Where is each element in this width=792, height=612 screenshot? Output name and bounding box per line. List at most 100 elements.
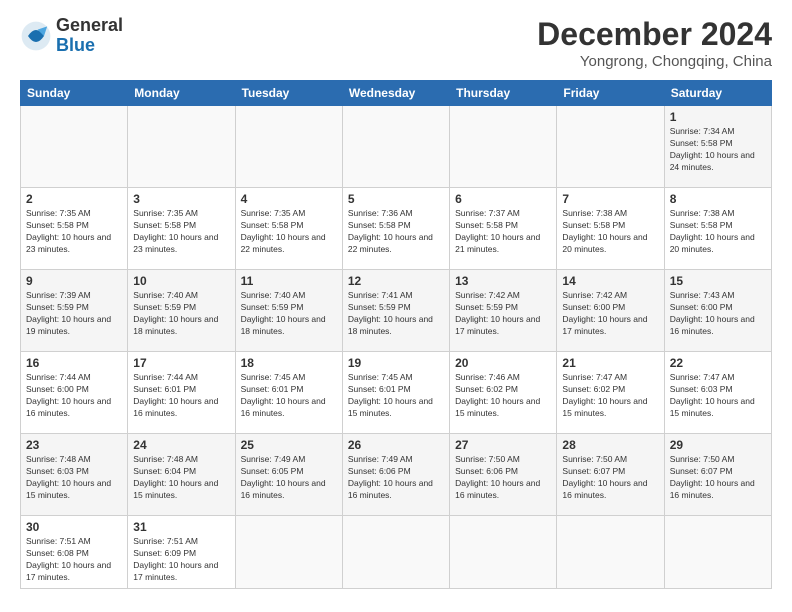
sunset-text: Sunset: 6:06 PM — [348, 466, 411, 476]
table-row: 3Sunrise: 7:35 AMSunset: 5:58 PMDaylight… — [128, 188, 235, 270]
calendar-week-row: 2Sunrise: 7:35 AMSunset: 5:58 PMDaylight… — [21, 188, 772, 270]
table-row: 23Sunrise: 7:48 AMSunset: 6:03 PMDayligh… — [21, 434, 128, 516]
sunset-text: Sunset: 6:00 PM — [562, 302, 625, 312]
table-row — [21, 106, 128, 188]
col-sunday: Sunday — [21, 81, 128, 106]
sunrise-text: Sunrise: 7:51 AM — [26, 536, 91, 546]
day-info: Sunrise: 7:45 AMSunset: 6:01 PMDaylight:… — [348, 372, 444, 420]
table-row: 2Sunrise: 7:35 AMSunset: 5:58 PMDaylight… — [21, 188, 128, 270]
daylight-text: Daylight: 10 hours and 20 minutes. — [670, 232, 755, 254]
daylight-text: Daylight: 10 hours and 21 minutes. — [455, 232, 540, 254]
daylight-text: Daylight: 10 hours and 22 minutes. — [348, 232, 433, 254]
sunrise-text: Sunrise: 7:47 AM — [562, 372, 627, 382]
sunset-text: Sunset: 6:02 PM — [562, 384, 625, 394]
sunset-text: Sunset: 5:58 PM — [670, 138, 733, 148]
day-number: 16 — [26, 356, 122, 370]
day-number: 30 — [26, 520, 122, 534]
table-row: 14Sunrise: 7:42 AMSunset: 6:00 PMDayligh… — [557, 270, 664, 352]
day-number: 22 — [670, 356, 766, 370]
table-row — [128, 106, 235, 188]
table-row — [235, 516, 342, 589]
table-row: 24Sunrise: 7:48 AMSunset: 6:04 PMDayligh… — [128, 434, 235, 516]
table-row — [342, 516, 449, 589]
day-number: 8 — [670, 192, 766, 206]
day-info: Sunrise: 7:50 AMSunset: 6:07 PMDaylight:… — [562, 454, 658, 502]
table-row: 19Sunrise: 7:45 AMSunset: 6:01 PMDayligh… — [342, 352, 449, 434]
daylight-text: Daylight: 10 hours and 16 minutes. — [133, 396, 218, 418]
calendar-week-row: 23Sunrise: 7:48 AMSunset: 6:03 PMDayligh… — [21, 434, 772, 516]
day-info: Sunrise: 7:38 AMSunset: 5:58 PMDaylight:… — [562, 208, 658, 256]
table-row: 31Sunrise: 7:51 AMSunset: 6:09 PMDayligh… — [128, 516, 235, 589]
table-row: 28 Sunrise: 7:50 AMSunset: 6:07 PMDayligh… — [557, 434, 664, 516]
daylight-text: Daylight: 10 hours and 18 minutes. — [241, 314, 326, 336]
daylight-text: Daylight: 10 hours and 16 minutes. — [348, 478, 433, 500]
day-number: 25 — [241, 438, 337, 452]
sunset-text: Sunset: 6:08 PM — [26, 548, 89, 558]
table-row: 29Sunrise: 7:50 AMSunset: 6:07 PMDayligh… — [664, 434, 771, 516]
table-row — [557, 516, 664, 589]
sunrise-text: Sunrise: 7:35 AM — [241, 208, 306, 218]
sunrise-text: Sunrise: 7:42 AM — [562, 290, 627, 300]
col-wednesday: Wednesday — [342, 81, 449, 106]
table-row: 8Sunrise: 7:38 AMSunset: 5:58 PMDaylight… — [664, 188, 771, 270]
table-row: 17Sunrise: 7:44 AMSunset: 6:01 PMDayligh… — [128, 352, 235, 434]
day-number: 26 — [348, 438, 444, 452]
table-row: 20 Sunrise: 7:46 AM Sunset: 6:02 PM Dayligh… — [450, 352, 557, 434]
day-info: Sunrise: 7:45 AMSunset: 6:01 PMDaylight:… — [241, 372, 337, 420]
sunrise-text: Sunrise: 7:51 AM — [133, 536, 198, 546]
day-number: 5 — [348, 192, 444, 206]
sunset-text: Sunset: 5:59 PM — [348, 302, 411, 312]
table-row: 25Sunrise: 7:49 AMSunset: 6:05 PMDayligh… — [235, 434, 342, 516]
daylight-text: Daylight: 10 hours and 16 minutes. — [670, 478, 755, 500]
col-saturday: Saturday — [664, 81, 771, 106]
month-title: December 2024 — [537, 16, 772, 53]
day-number: 20 — [455, 356, 551, 370]
sunset-text: Sunset: 6:01 PM — [348, 384, 411, 394]
table-row — [342, 106, 449, 188]
daylight-text: Daylight: 10 hours and 15 minutes. — [455, 396, 540, 418]
day-info: Sunrise: 7:35 AMSunset: 5:58 PMDaylight:… — [133, 208, 229, 256]
table-row: 5Sunrise: 7:36 AMSunset: 5:58 PMDaylight… — [342, 188, 449, 270]
day-info: Sunrise: 7:35 AMSunset: 5:58 PMDaylight:… — [26, 208, 122, 256]
sunrise-text: Sunrise: 7:46 AM — [455, 372, 520, 382]
table-row: 21 Sunrise: 7:47 AM Sunset: 6:02 PM Dayligh… — [557, 352, 664, 434]
sunset-text: Sunset: 5:58 PM — [348, 220, 411, 230]
table-row: 6Sunrise: 7:37 AMSunset: 5:58 PMDaylight… — [450, 188, 557, 270]
sunset-text: Sunset: 6:07 PM — [562, 466, 625, 476]
day-number: 4 — [241, 192, 337, 206]
daylight-text: Daylight: 10 hours and 15 minutes. — [348, 396, 433, 418]
daylight-text: Daylight: 10 hours and 17 minutes. — [455, 314, 540, 336]
table-row — [557, 106, 664, 188]
day-info: Sunrise: 7:42 AMSunset: 5:59 PMDaylight:… — [455, 290, 551, 338]
sunrise-text: Sunrise: 7:38 AM — [670, 208, 735, 218]
sunset-text: Sunset: 5:58 PM — [562, 220, 625, 230]
table-row: 11Sunrise: 7:40 AMSunset: 5:59 PMDayligh… — [235, 270, 342, 352]
daylight-text: Daylight: 10 hours and 17 minutes. — [562, 314, 647, 336]
day-number: 21 — [562, 356, 658, 370]
sunrise-text: Sunrise: 7:50 AM — [455, 454, 520, 464]
day-number: 28 — [562, 438, 658, 452]
calendar-week-row: 30Sunrise: 7:51 AMSunset: 6:08 PMDayligh… — [21, 516, 772, 589]
day-number: 13 — [455, 274, 551, 288]
sunrise-text: Sunrise: 7:41 AM — [348, 290, 413, 300]
daylight-text: Daylight: 10 hours and 19 minutes. — [26, 314, 111, 336]
sunrise-text: Sunrise: 7:35 AM — [26, 208, 91, 218]
sunrise-text: Sunrise: 7:49 AM — [348, 454, 413, 464]
calendar-table: Sunday Monday Tuesday Wednesday Thursday… — [20, 80, 772, 589]
sunset-text: Sunset: 5:59 PM — [26, 302, 89, 312]
day-info: Sunrise: 7:39 AMSunset: 5:59 PMDaylight:… — [26, 290, 122, 338]
table-row — [664, 516, 771, 589]
logo-text: General Blue — [56, 16, 123, 56]
sunset-text: Sunset: 6:02 PM — [455, 384, 518, 394]
daylight-text: Daylight: 10 hours and 23 minutes. — [133, 232, 218, 254]
col-thursday: Thursday — [450, 81, 557, 106]
day-info: Sunrise: 7:47 AM Sunset: 6:02 PM Daylight:… — [562, 372, 658, 420]
sunset-text: Sunset: 5:58 PM — [241, 220, 304, 230]
day-number: 29 — [670, 438, 766, 452]
daylight-text: Daylight: 10 hours and 16 minutes. — [562, 478, 647, 500]
sunset-text: Sunset: 6:07 PM — [670, 466, 733, 476]
col-monday: Monday — [128, 81, 235, 106]
sunset-text: Sunset: 5:58 PM — [26, 220, 89, 230]
daylight-text: Daylight: 10 hours and 15 minutes. — [562, 396, 647, 418]
logo-icon — [20, 20, 52, 52]
